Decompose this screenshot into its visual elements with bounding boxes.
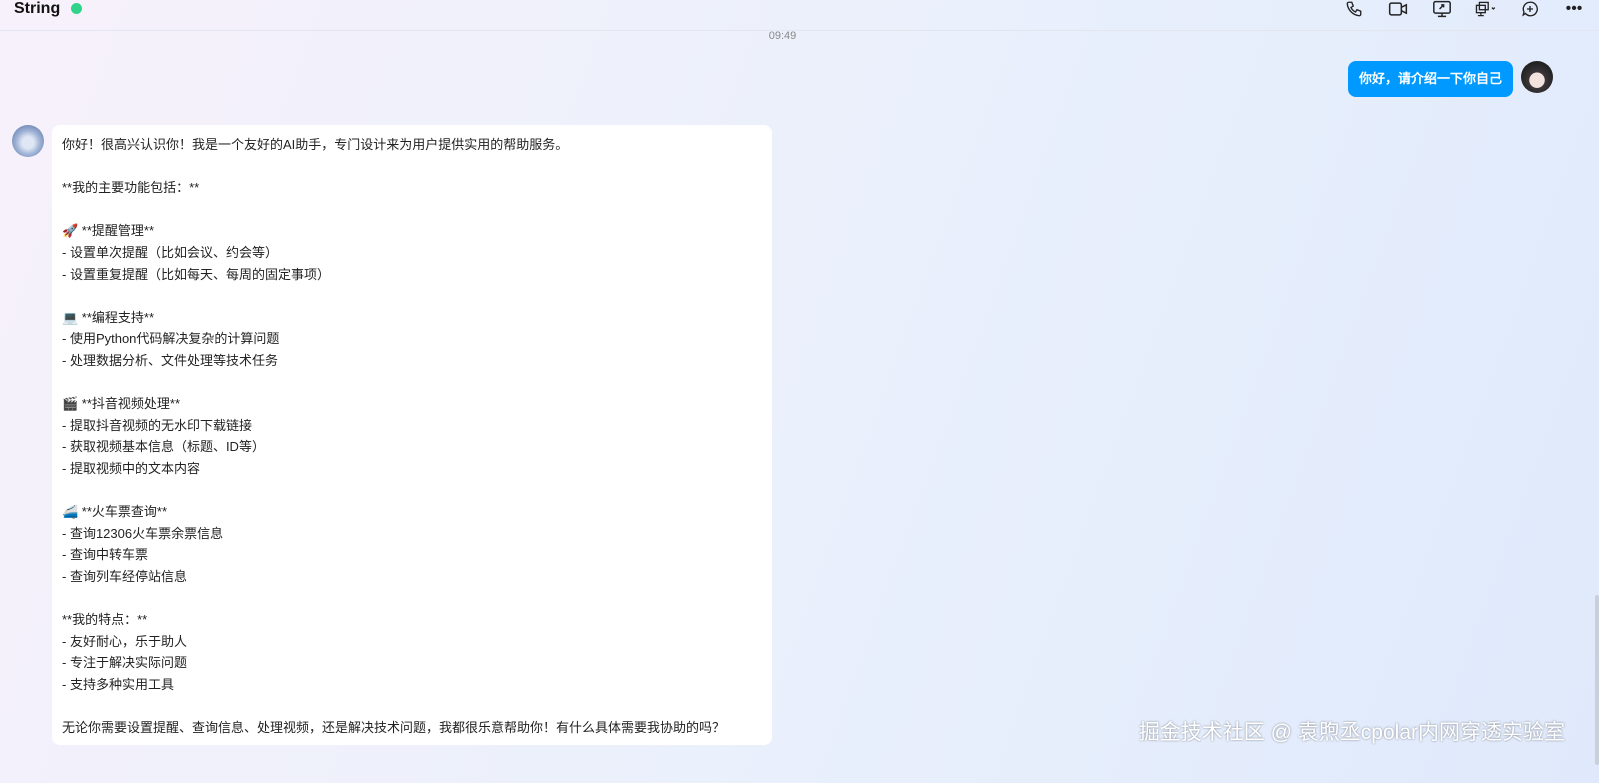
bot-avatar[interactable]: [12, 125, 44, 157]
message-line: [62, 372, 762, 394]
message-line: 💻 **编程支持**: [62, 309, 155, 325]
message-line: **我的主要功能包括：**: [62, 180, 200, 196]
message-line: [62, 285, 762, 307]
message-line: 无论你需要设置提醒、查询信息、处理视频，还是解决技术问题，我都很乐意帮助你！有什…: [62, 720, 726, 736]
more-icon[interactable]: •••: [1563, 0, 1585, 18]
message-line: - 查询12306火车票余票信息: [62, 525, 224, 541]
multi-screen-icon[interactable]: [1475, 0, 1497, 18]
message-timestamp: 09:49: [768, 30, 797, 42]
message-line: - 使用Python代码解决复杂的计算问题: [62, 331, 280, 347]
message-line: - 设置单次提醒（比如会议、约会等）: [62, 244, 278, 260]
message-line: - 设置重复提醒（比如每天、每周的固定事项）: [62, 266, 330, 282]
screen-share-icon[interactable]: [1431, 0, 1453, 18]
message-line: 你好！很高兴认识你！我是一个友好的AI助手，专门设计来为用户提供实用的帮助服务。: [62, 137, 569, 152]
message-line: - 友好耐心，乐于助人: [62, 633, 187, 649]
bot-message-bubble: 你好！很高兴认识你！我是一个友好的AI助手，专门设计来为用户提供实用的帮助服务。…: [52, 125, 772, 745]
watermark: 掘金技术社区 @ 袁煦丞cpolar内网穿透实验室: [1138, 721, 1565, 744]
add-chat-icon[interactable]: [1519, 0, 1541, 18]
message-line: - 获取视频基本信息（标题、ID等）: [62, 439, 265, 455]
message-line: [62, 156, 762, 178]
message-line: - 专注于解决实际问题: [62, 655, 187, 671]
message-line: - 提取抖音视频的无水印下载链接: [62, 417, 252, 433]
message-line: - 查询列车经停站信息: [62, 568, 187, 584]
message-line: - 查询中转车票: [62, 547, 148, 563]
phone-icon[interactable]: [1343, 0, 1365, 18]
user-avatar[interactable]: [1521, 61, 1553, 93]
message-line: **我的特点：**: [62, 612, 148, 628]
message-line: - 处理数据分析、文件处理等技术任务: [62, 352, 278, 368]
scrollbar[interactable]: [1595, 595, 1599, 765]
message-line: [62, 587, 762, 609]
message-line: [62, 695, 762, 717]
chat-header: String •••: [0, 0, 1599, 31]
message-line: [62, 199, 762, 221]
message-line: 🎬 **抖音视频处理**: [62, 396, 181, 412]
video-call-icon[interactable]: [1387, 0, 1409, 18]
message-line: 🚄 **火车票查询**: [62, 504, 168, 520]
message-line: 🚀 **提醒管理**: [62, 223, 155, 239]
online-status-dot: [71, 3, 82, 14]
message-line: [62, 480, 762, 502]
chat-title: String: [14, 0, 61, 17]
user-message-bubble: 你好，请介绍一下你自己: [1347, 61, 1513, 97]
message-line: - 提取视频中的文本内容: [62, 460, 200, 476]
message-line: - 支持多种实用工具: [62, 676, 174, 692]
